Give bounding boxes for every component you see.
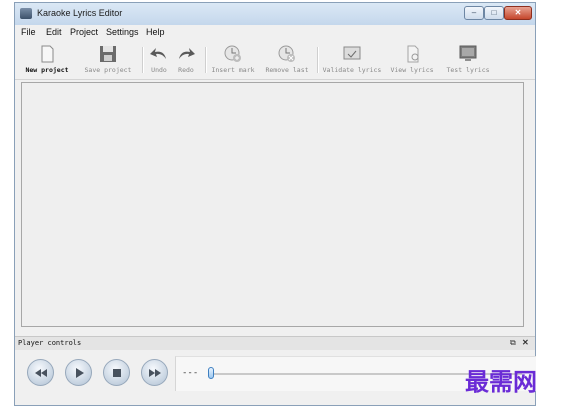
toolbar: New project Save project Undo Redo Inser… <box>15 41 535 80</box>
title-bar[interactable]: Karaoke Lyrics Editor – □ ✕ <box>15 3 535 26</box>
window-title: Karaoke Lyrics Editor <box>37 8 123 18</box>
fast-forward-icon <box>149 369 161 377</box>
menu-project[interactable]: Project <box>70 27 98 37</box>
app-window: Karaoke Lyrics Editor – □ ✕ File Edit Pr… <box>14 2 536 406</box>
undo-label: Undo <box>151 66 167 74</box>
time-display: --- <box>182 368 199 378</box>
toolbar-separator <box>317 47 319 73</box>
lyrics-editor-area[interactable] <box>21 82 524 327</box>
test-lyrics-label: Test lyrics <box>446 66 490 74</box>
test-lyrics-button[interactable]: Test lyrics <box>443 41 493 79</box>
watermark-logo: 最需网 <box>465 367 537 396</box>
remove-mark-icon <box>278 45 295 62</box>
menu-file[interactable]: File <box>21 27 36 37</box>
maximize-button[interactable]: □ <box>484 6 504 20</box>
view-lyrics-icon <box>407 45 419 63</box>
close-button[interactable]: ✕ <box>504 6 532 20</box>
view-lyrics-button[interactable]: View lyrics <box>388 41 436 79</box>
seek-handle[interactable] <box>208 367 214 379</box>
insert-mark-label: Insert mark <box>211 66 255 74</box>
undo-button[interactable]: Undo <box>146 41 172 79</box>
menu-bar: File Edit Project Settings Help <box>15 25 535 40</box>
redo-button[interactable]: Redo <box>173 41 199 79</box>
rewind-icon <box>35 369 47 377</box>
new-document-icon <box>41 45 54 63</box>
new-project-label: New project <box>25 66 69 74</box>
rewind-button[interactable] <box>27 359 54 386</box>
menu-help[interactable]: Help <box>146 27 165 37</box>
menu-edit[interactable]: Edit <box>46 27 62 37</box>
redo-arrow-icon <box>179 48 195 59</box>
remove-last-label: Remove last <box>265 66 309 74</box>
player-dock-header: Player controls ⧉ ✕ <box>15 336 535 350</box>
save-project-label: Save project <box>84 66 132 74</box>
test-lyrics-icon <box>459 45 477 61</box>
insert-mark-button[interactable]: Insert mark <box>209 41 257 79</box>
stop-button[interactable] <box>103 359 130 386</box>
toolbar-separator <box>205 47 207 73</box>
save-disk-icon <box>100 46 116 62</box>
view-lyrics-label: View lyrics <box>390 66 434 74</box>
validate-lyrics-button[interactable]: Validate lyrics <box>321 41 383 79</box>
minimize-button[interactable]: – <box>464 6 484 20</box>
undo-arrow-icon <box>150 48 166 59</box>
menu-settings[interactable]: Settings <box>106 27 139 37</box>
app-icon <box>20 8 32 19</box>
close-icon[interactable]: ✕ <box>522 338 529 347</box>
stop-icon <box>113 369 121 377</box>
dock-title: Player controls <box>18 339 82 347</box>
redo-label: Redo <box>178 66 194 74</box>
play-icon <box>76 368 84 378</box>
validate-lyrics-icon <box>343 46 361 60</box>
validate-lyrics-label: Validate lyrics <box>322 66 382 74</box>
float-window-icon[interactable]: ⧉ <box>510 338 516 348</box>
toolbar-separator <box>142 47 144 73</box>
background-edge <box>536 0 576 408</box>
play-button[interactable] <box>65 359 92 386</box>
save-project-button[interactable]: Save project <box>81 41 135 79</box>
fast-forward-button[interactable] <box>141 359 168 386</box>
insert-mark-icon <box>224 45 241 62</box>
player-controls: --- <box>15 350 536 405</box>
new-project-button[interactable]: New project <box>23 41 71 79</box>
remove-last-button[interactable]: Remove last <box>262 41 312 79</box>
